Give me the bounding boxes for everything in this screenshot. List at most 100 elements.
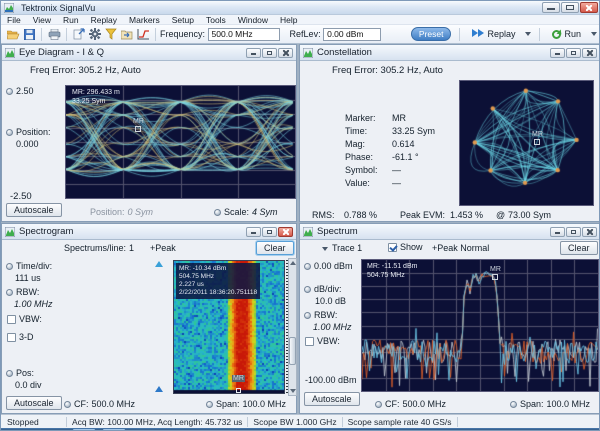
timediv-value[interactable]: 111 us: [15, 273, 41, 283]
replay-button[interactable]: Replay: [468, 28, 519, 40]
maximize-icon[interactable]: [262, 48, 277, 58]
spectrum-marker-MR[interactable]: MR: [490, 266, 501, 280]
window-title: Tektronix SignalVu: [21, 3, 95, 13]
spectrogram-clear-button[interactable]: Clear: [256, 241, 294, 255]
3d-checkbox[interactable]: [7, 333, 16, 342]
scroll-up-icon[interactable]: [290, 261, 296, 265]
trigger-icon[interactable]: [136, 28, 150, 41]
print-icon[interactable]: [47, 28, 61, 41]
frequency-input[interactable]: [208, 28, 280, 41]
show-checkbox[interactable]: [388, 243, 397, 252]
save-icon[interactable]: [22, 28, 36, 41]
open-folder-icon[interactable]: [6, 28, 20, 41]
spectrum-cf: CF:500.0 MHz: [375, 399, 446, 409]
close-icon[interactable]: [580, 2, 598, 13]
analysis-funnel-icon[interactable]: [104, 28, 118, 41]
minimize-icon[interactable]: [550, 227, 565, 237]
replay-dropdown-icon[interactable]: [525, 32, 531, 36]
spectrum-title-bar[interactable]: Spectrum: [300, 224, 600, 240]
eye-marker-MR[interactable]: MR: [133, 118, 144, 132]
spectrogram-peak-mode[interactable]: +Peak: [150, 243, 176, 253]
spectrogram-top-marker-icon[interactable]: [155, 261, 163, 267]
dbdiv-value[interactable]: 10.0 dB: [315, 296, 346, 306]
constellation-panel-title: Constellation: [317, 47, 372, 58]
spectrogram-title-bar[interactable]: Spectrogram: [2, 224, 296, 240]
eye-autoscale-button[interactable]: Autoscale: [6, 203, 62, 217]
eye-diagram-plot[interactable]: MR: 296.433 m33.25 Sym MR: [65, 85, 296, 199]
close-icon[interactable]: [582, 48, 597, 58]
run-dropdown-icon[interactable]: [591, 32, 597, 36]
eye-panel-icon: [5, 48, 15, 58]
maximize-icon[interactable]: [262, 227, 277, 237]
menu-setup[interactable]: Setup: [166, 15, 200, 25]
menu-help[interactable]: Help: [274, 15, 303, 25]
constellation-plot[interactable]: MR: [459, 80, 594, 206]
menu-file[interactable]: File: [1, 15, 27, 25]
export-icon[interactable]: [72, 28, 86, 41]
maximize-icon[interactable]: [561, 2, 579, 13]
spectrogram-autoscale-button[interactable]: Autoscale: [6, 396, 62, 410]
spectrum-mode[interactable]: +Peak Normal: [432, 243, 489, 253]
spectrogram-span: Span:100.0 MHz: [206, 399, 286, 409]
preset-button[interactable]: Preset: [411, 27, 452, 41]
settings-gear-icon[interactable]: [88, 28, 102, 41]
eye-position-value[interactable]: 0.000: [16, 139, 39, 149]
close-icon[interactable]: [278, 227, 293, 237]
spectrum-clear-button[interactable]: Clear: [560, 241, 598, 255]
marker-value[interactable]: MR: [392, 113, 406, 123]
menu-view[interactable]: View: [27, 15, 57, 25]
trace-dropdown-icon[interactable]: [322, 247, 328, 251]
spectrum-rbw-value[interactable]: 1.00 MHz: [313, 322, 352, 332]
menu-tools[interactable]: Tools: [200, 15, 232, 25]
close-icon[interactable]: [582, 227, 597, 237]
adjust-knob-icon: [6, 289, 13, 296]
spectrogram-panel-title: Spectrogram: [19, 226, 73, 237]
spectrogram-scrollbar[interactable]: [288, 258, 297, 396]
spectrogram-plot[interactable]: MR: -10.34 dBm504.75 MHz 2.227 us2/22/20…: [173, 260, 285, 394]
vbw-checkbox[interactable]: [305, 337, 314, 346]
maximize-icon[interactable]: [566, 227, 581, 237]
status-separator: [457, 417, 458, 427]
spectrogram-marker-MR[interactable]: MR: [232, 375, 245, 382]
adjust-knob-icon: [64, 401, 71, 408]
trace-label[interactable]: Trace 1: [332, 243, 362, 253]
scroll-down-icon[interactable]: [290, 389, 296, 393]
minimize-icon[interactable]: [542, 2, 560, 13]
toolbar-separator: [41, 28, 42, 41]
run-button[interactable]: Run: [548, 28, 585, 40]
constellation-title-bar[interactable]: Constellation: [300, 45, 600, 61]
rms-label: RMS:: [312, 210, 335, 220]
toolbar-separator: [539, 28, 540, 41]
spectrogram-rbw-value[interactable]: 1.00 MHz: [14, 299, 53, 309]
spectrum-plot[interactable]: MR: -11.51 dBm504.75 MHz MR: [361, 259, 599, 392]
toolbar-separator: [66, 28, 67, 41]
status-separator: [66, 417, 67, 427]
minimize-icon[interactable]: [550, 48, 565, 58]
recall-folder-icon[interactable]: [120, 28, 134, 41]
menu-window[interactable]: Window: [232, 15, 274, 25]
menu-run[interactable]: Run: [57, 15, 85, 25]
maximize-icon[interactable]: [566, 48, 581, 58]
spectrum-autoscale-button[interactable]: Autoscale: [304, 392, 360, 406]
minimize-icon[interactable]: [246, 227, 261, 237]
symbol-value: —: [392, 165, 401, 175]
vbw-checkbox[interactable]: [7, 315, 16, 324]
scrollbar-thumb[interactable]: [289, 337, 296, 365]
panel-spectrum: Spectrum Trace 1 Show +Peak Normal Clear…: [299, 223, 600, 414]
constellation-marker-MR[interactable]: MR: [532, 131, 543, 145]
spectrogram-pos-value[interactable]: 0.0 div: [15, 380, 42, 390]
adjust-knob-icon: [510, 401, 517, 408]
reflev-input[interactable]: [323, 28, 381, 41]
minimize-icon[interactable]: [246, 48, 261, 58]
status-scope-bw: Scope BW 1.000 GHz: [253, 417, 336, 427]
menu-replay[interactable]: Replay: [85, 15, 123, 25]
eye-title-bar[interactable]: Eye Diagram - I & Q: [2, 45, 296, 61]
at-value: 73.00 Sym: [508, 210, 551, 220]
at-label: @: [496, 210, 505, 220]
eye-x-position: Position:0 Sym: [90, 207, 153, 217]
spectrogram-line-marker-icon[interactable]: [155, 386, 163, 392]
close-icon[interactable]: [278, 48, 293, 58]
menu-markers[interactable]: Markers: [123, 15, 166, 25]
timediv-label: Time/div:: [6, 261, 52, 271]
adjust-knob-icon: [304, 286, 311, 293]
